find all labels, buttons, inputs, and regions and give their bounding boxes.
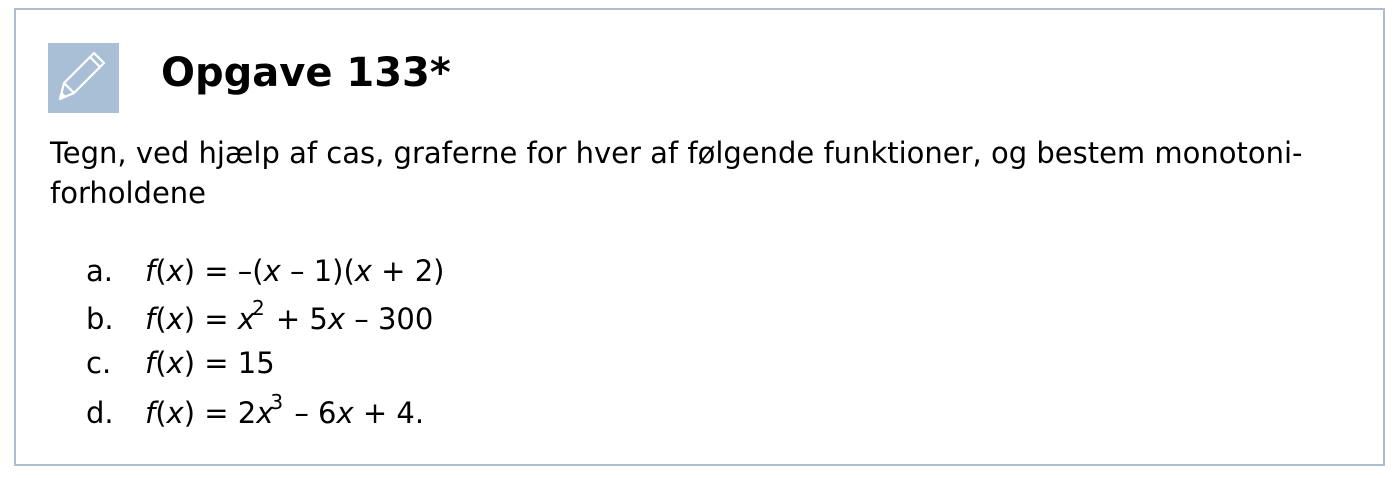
item-letter: b. xyxy=(86,302,114,336)
item-formula: f(x) = x2 + 5x – 300 xyxy=(145,296,434,336)
item-formula: f(x) = 15 xyxy=(145,346,275,380)
item-formula: f(x) = 2x3 – 6x + 4. xyxy=(145,390,425,430)
exercise-title: Opgave 133* xyxy=(161,50,451,96)
item-letter: d. xyxy=(86,396,114,430)
exercise-intro: Tegn, ved hjælp af cas, graferne for hve… xyxy=(50,133,1370,213)
item-formula: f(x) = –(x – 1)(x + 2) xyxy=(145,254,445,288)
item-letter: a. xyxy=(86,254,113,288)
intro-line-2: forholdene xyxy=(50,176,207,210)
pencil-icon xyxy=(48,43,119,113)
intro-line-1: Tegn, ved hjælp af cas, graferne for hve… xyxy=(50,136,1303,170)
item-letter: c. xyxy=(86,346,112,380)
